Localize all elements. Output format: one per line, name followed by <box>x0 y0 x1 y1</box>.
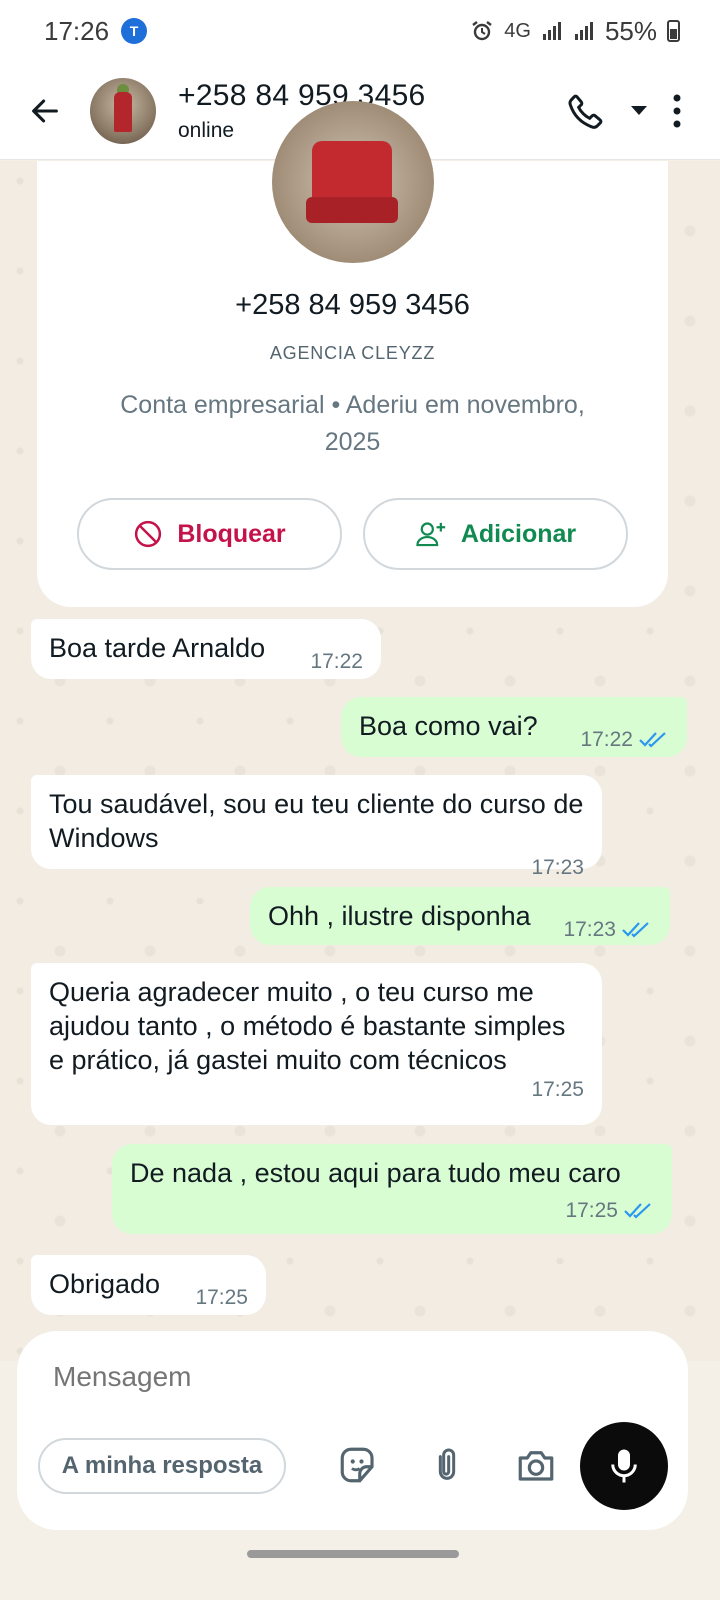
contact-avatar[interactable] <box>90 77 156 144</box>
alarm-icon <box>472 21 492 41</box>
network-type: 4G <box>504 19 531 42</box>
call-button[interactable] <box>566 91 606 131</box>
message-composer: A minha resposta <box>17 1331 688 1530</box>
message-bubble[interactable]: 17:23 Ohh , ilustre disponha <box>250 887 670 945</box>
phone-icon <box>568 94 603 129</box>
message-time: 17:23 <box>563 918 616 941</box>
message-bubble[interactable]: Queria agradecer muito , o teu curso me … <box>31 963 602 1125</box>
paperclip-icon <box>438 1448 456 1480</box>
battery-icon <box>667 20 680 42</box>
voice-message-button[interactable] <box>580 1422 668 1510</box>
contact-title: +258 84 959 3456 <box>178 78 426 112</box>
quick-reply-chip[interactable]: A minha resposta <box>38 1438 286 1494</box>
message-bubble[interactable]: Tou saudável, sou eu teu cliente do curs… <box>31 775 602 879</box>
profile-photo-legs <box>306 197 398 223</box>
sticker-button[interactable] <box>337 1444 379 1491</box>
avatar-figure <box>114 91 132 132</box>
message-time: 17:25 <box>195 1286 248 1309</box>
profile-phone: +258 84 959 3456 <box>235 289 470 321</box>
add-label: Adicionar <box>460 519 577 548</box>
call-options-dropdown[interactable] <box>630 105 648 117</box>
message-bubble[interactable]: De nada , estou aqui para tudo meu caro … <box>112 1144 672 1234</box>
profile-photo[interactable] <box>272 101 434 263</box>
message-text: De nada , estou aqui para tudo meu caro <box>130 1158 621 1188</box>
message-input[interactable] <box>53 1361 573 1393</box>
battery-percent: 55% <box>604 15 657 46</box>
camera-button[interactable] <box>515 1444 557 1491</box>
header-actions <box>566 91 720 131</box>
message-time: 17:25 <box>531 1078 584 1101</box>
block-button[interactable]: Bloquear <box>77 498 342 570</box>
more-vertical-icon <box>673 94 681 127</box>
add-contact-button[interactable]: Adicionar <box>363 498 628 570</box>
status-bar: 17:26 T 4G 55% <box>0 0 720 62</box>
business-profile-card: +258 84 959 3456 AGENCIA CLEYZZ Conta em… <box>37 101 668 607</box>
home-gesture-handle[interactable] <box>247 1550 459 1558</box>
message-time: 17:22 <box>580 728 633 751</box>
sticker-icon <box>340 1447 374 1483</box>
caret-down-icon <box>631 105 647 115</box>
profile-description: Conta empresarial • Aderiu em novembro, … <box>120 391 585 456</box>
profile-business-name: AGENCIA CLEYZZ <box>269 343 436 363</box>
block-icon <box>135 520 162 548</box>
message-time: 17:23 <box>531 856 584 879</box>
microphone-icon <box>611 1449 637 1483</box>
signal-icon-2 <box>574 22 593 40</box>
message-text: Queria agradecer muito , o teu curso me … <box>49 977 566 1075</box>
double-check-icon <box>639 732 666 748</box>
message-text: Tou saudável, sou eu teu cliente do curs… <box>49 789 584 853</box>
status-time: 17:26 <box>44 15 110 46</box>
camera-icon <box>518 1451 554 1481</box>
message-text: Boa tarde Arnaldo <box>49 633 266 663</box>
more-options-button[interactable] <box>672 94 682 128</box>
back-button[interactable] <box>0 62 90 160</box>
double-check-icon <box>624 1203 651 1219</box>
double-check-icon <box>622 922 649 938</box>
message-time: 17:25 <box>565 1199 618 1222</box>
add-person-icon <box>416 522 445 547</box>
message-text: Ohh , ilustre disponha <box>268 901 531 931</box>
signal-icon <box>542 22 561 40</box>
attach-button[interactable] <box>427 1444 467 1491</box>
message-text: Boa como vai? <box>359 711 538 741</box>
block-label: Bloquear <box>177 519 286 548</box>
message-text: Obrigado <box>49 1269 161 1299</box>
chat-area[interactable]: +258 84 959 3456 AGENCIA CLEYZZ Conta em… <box>0 101 720 1361</box>
message-meta: 17:22 <box>580 723 669 757</box>
back-arrow-icon <box>32 99 58 122</box>
message-bubble[interactable]: 17:22 Boa tarde Arnaldo <box>31 619 381 679</box>
status-indicators: 4G 55% <box>470 16 680 47</box>
message-meta: 17:25 <box>130 1194 654 1228</box>
message-time: 17:22 <box>310 650 363 673</box>
message-meta: 17:23 <box>563 913 652 947</box>
app-notification-icon: T <box>121 18 148 44</box>
message-bubble[interactable]: 17:22 Boa como vai? <box>341 697 687 757</box>
message-bubble[interactable]: 17:25 Obrigado <box>31 1255 266 1315</box>
system-nav-bar <box>0 1540 720 1600</box>
